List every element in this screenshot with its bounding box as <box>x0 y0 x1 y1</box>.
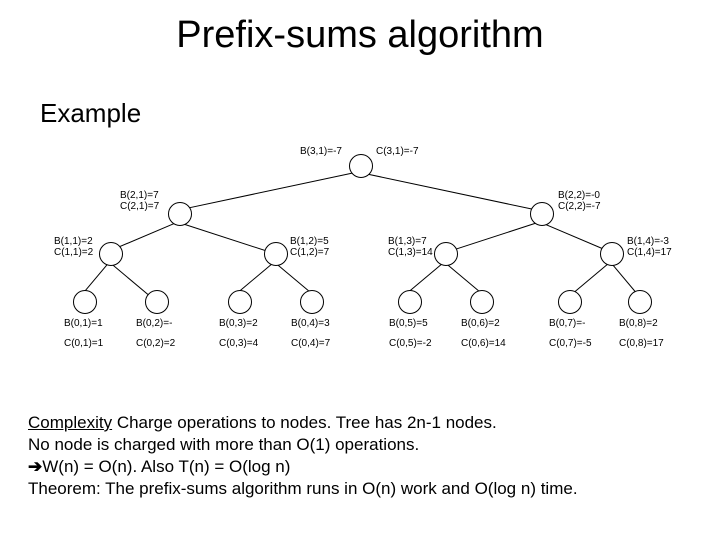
node-label: C(0,4)=7 <box>291 338 330 349</box>
node-root <box>349 154 373 178</box>
node-label: C(2,1)=7 <box>120 201 159 212</box>
node-l0-5 <box>470 290 494 314</box>
edge <box>541 222 610 252</box>
edge <box>360 172 542 212</box>
node-l1-1 <box>264 242 288 266</box>
edge <box>446 221 541 253</box>
node-label: C(0,2)=2 <box>136 338 175 349</box>
node-label: B(0,3)=2 <box>219 318 258 329</box>
node-label: B(0,5)=5 <box>389 318 428 329</box>
node-label: B(2,2)=-0 <box>558 190 600 201</box>
node-label: C(0,5)=-2 <box>389 338 432 349</box>
node-label: B(0,4)=3 <box>291 318 330 329</box>
node-l0-2 <box>228 290 252 314</box>
node-l0-1 <box>145 290 169 314</box>
node-l0-0 <box>73 290 97 314</box>
edge <box>610 262 638 295</box>
node-label: C(1,4)=17 <box>627 247 672 258</box>
edge <box>178 171 360 211</box>
edge <box>109 262 153 299</box>
node-l1-3 <box>600 242 624 266</box>
node-l1-0 <box>99 242 123 266</box>
node-label: C(0,7)=-5 <box>549 338 592 349</box>
node-l0-4 <box>398 290 422 314</box>
node-label: C(1,1)=2 <box>54 247 93 258</box>
node-label: B(1,4)=-3 <box>627 236 669 247</box>
node-l0-7 <box>628 290 652 314</box>
node-label: C(1,3)=14 <box>388 247 433 258</box>
node-label: C(0,3)=4 <box>219 338 258 349</box>
example-heading: Example <box>40 98 141 129</box>
tree-diagram: B(3,1)=-7 C(3,1)=-7 B(2,1)=7 C(2,1)=7 B(… <box>0 150 720 370</box>
node-label: C(0,8)=17 <box>619 338 664 349</box>
node-label: C(0,1)=1 <box>64 338 103 349</box>
node-label: C(1,2)=7 <box>290 247 329 258</box>
node-l1-2 <box>434 242 458 266</box>
node-l2-1 <box>530 202 554 226</box>
slide: Prefix-sums algorithm Example B(3,1)=-7 … <box>0 0 720 540</box>
node-label: B(1,3)=7 <box>388 236 427 247</box>
edge <box>179 222 274 254</box>
complexity-line1: Charge operations to nodes. Tree has 2n-… <box>112 413 497 432</box>
complexity-block: Complexity Charge operations to nodes. T… <box>28 412 578 500</box>
node-label: C(0,6)=14 <box>461 338 506 349</box>
node-label: B(3,1)=-7 <box>300 146 342 157</box>
complexity-line4: Theorem: The prefix-sums algorithm runs … <box>28 479 578 498</box>
node-label: C(2,2)=-7 <box>558 201 601 212</box>
page-title: Prefix-sums algorithm <box>0 14 720 57</box>
arrow-icon: ➔ <box>28 456 42 478</box>
node-l2-0 <box>168 202 192 226</box>
complexity-line3: W(n) = O(n). Also T(n) = O(log n) <box>42 457 290 476</box>
node-label: B(0,6)=2 <box>461 318 500 329</box>
node-l0-6 <box>558 290 582 314</box>
node-label: B(1,2)=5 <box>290 236 329 247</box>
complexity-line2: No node is charged with more than O(1) o… <box>28 435 419 454</box>
node-label: B(1,1)=2 <box>54 236 93 247</box>
node-label: C(3,1)=-7 <box>376 146 419 157</box>
node-label: B(0,1)=1 <box>64 318 103 329</box>
node-label: B(0,2)=- <box>136 318 172 329</box>
node-label: B(2,1)=7 <box>120 190 159 201</box>
node-label: B(0,8)=2 <box>619 318 658 329</box>
node-l0-3 <box>300 290 324 314</box>
complexity-label: Complexity <box>28 413 112 432</box>
node-label: B(0,7)=- <box>549 318 585 329</box>
